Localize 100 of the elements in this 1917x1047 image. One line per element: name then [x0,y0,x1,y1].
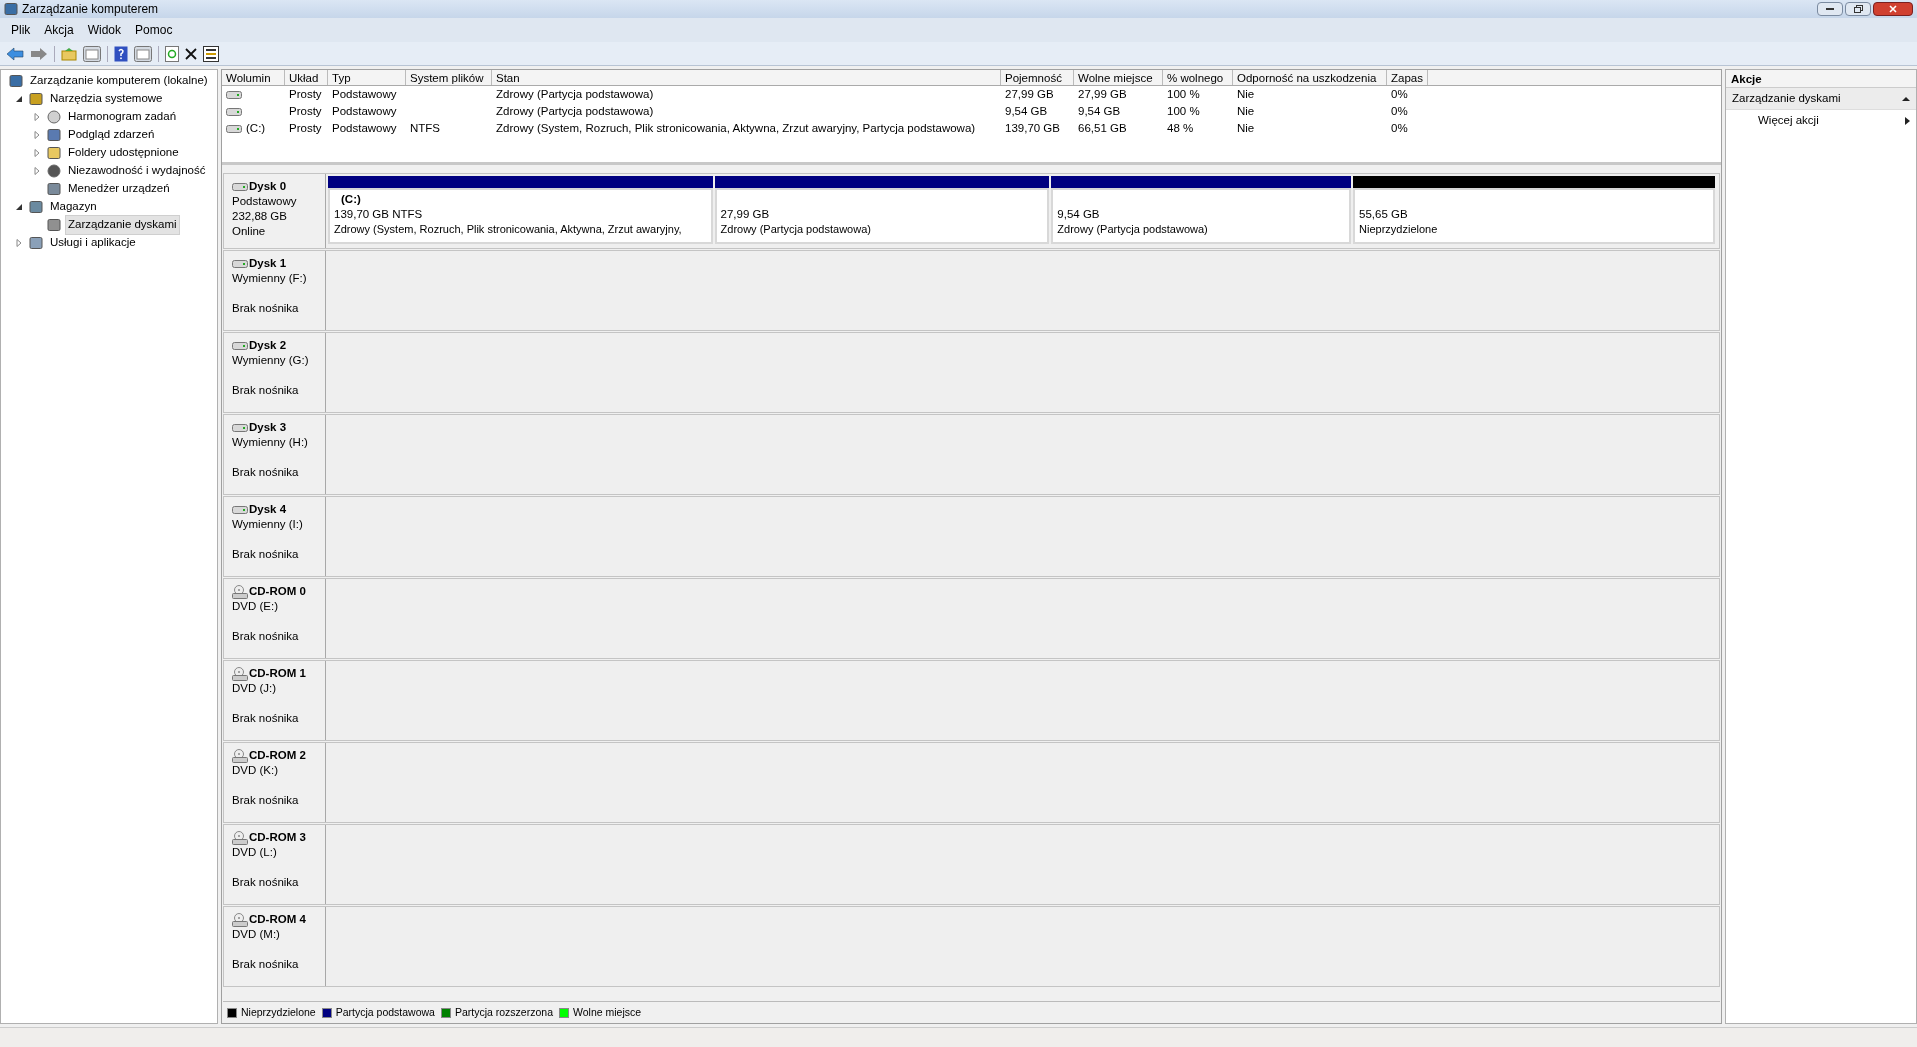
table-cell-text: 48 % [1167,120,1194,136]
disk-status: Brak nośnika [232,301,300,316]
partition-size: 9,54 GB [1057,207,1101,222]
help-icon[interactable] [114,45,128,62]
section-title: Zarządzanie dyskami [1732,90,1841,106]
table-cell-text: 9,54 GB [1005,103,1048,119]
partition-status: Zdrowy (System, Rozruch, Plik stronicowania, Aktywna, Zrzut awaryjny, [334,222,683,237]
column-header[interactable]: Zapas [1387,70,1428,85]
column-header[interactable]: Wolumin [222,70,285,85]
removable-drive-icon [232,504,248,515]
table-cell-text: (C:) [246,120,266,136]
partition-size: 139,70 GB NTFS [334,207,424,222]
folder-up-icon[interactable] [61,46,77,61]
disk-type: DVD (L:) [232,845,278,860]
minimize-icon [1826,7,1834,11]
removable-drive-icon [232,258,248,269]
partition-status: Zdrowy (Partycja podstawowa) [720,222,872,237]
cd-drive-icon [232,912,248,927]
partition-block[interactable]: 9,54 GB Zdrowy (Partycja podstawowa) [1051,188,1352,244]
pane-toggle-icon[interactable] [83,45,101,62]
column-header[interactable]: % wolnego [1163,70,1233,85]
disk-status: Brak nośnika [232,793,300,808]
partition-block[interactable]: 27,99 GB Zdrowy (Partycja podstawowa) [714,188,1050,244]
disk-name: CD-ROM 4 [249,912,306,927]
table-cell-text: 100 % [1167,86,1200,102]
disk-type: DVD (M:) [232,927,281,942]
legend-label: Partycja podstawowa [335,1004,435,1020]
tree-item[interactable]: Menedżer urządzeń [65,179,173,199]
drive-icon [226,106,242,117]
forward-arrow-icon[interactable] [30,46,48,61]
cd-drive-icon [232,830,248,845]
table-cell-text: Podstawowy [332,103,397,119]
actions-section[interactable]: Zarządzanie dyskami [1726,88,1916,110]
close-icon [1889,5,1897,13]
disk-name: Dysk 4 [249,502,287,517]
menu-item[interactable]: Pomoc [128,21,180,39]
table-cell-text: 27,99 GB [1005,86,1054,102]
tree-item[interactable]: Podgląd zdarzeń [65,125,158,145]
properties-icon[interactable] [203,45,219,62]
column-header[interactable]: Pojemność [1001,70,1074,85]
pane-toggle-icon[interactable] [134,45,152,62]
partition-label: (C:) [341,192,362,207]
column-header[interactable]: Typ [328,70,406,85]
tree-item[interactable]: Foldery udostępnione [65,143,182,163]
column-header[interactable]: Układ [285,70,328,85]
table-cell-text: Nie [1237,103,1255,119]
tree-item[interactable]: Narzędzia systemowe [47,89,166,109]
disk-type: Wymienny (H:) [232,435,309,450]
disk-status: Brak nośnika [232,875,300,890]
actions-title: Akcje [1726,70,1916,88]
disk-type: Wymienny (F:) [232,271,308,286]
partition-size: 55,65 GB [1359,207,1409,222]
legend-label: Partycja rozszerzona [454,1004,553,1020]
column-header[interactable]: Stan [492,70,1001,85]
refresh-icon[interactable] [165,45,179,62]
table-cell-text: Prosty [289,103,322,119]
delete-icon[interactable] [185,47,197,60]
window-title: Zarządzanie komputerem [22,1,159,18]
disk-status: Brak nośnika [232,957,300,972]
partition-size: 27,99 GB [720,207,771,222]
expand-arrow-icon[interactable] [15,203,23,211]
tree-item[interactable]: Usługi i aplikacje [47,233,139,253]
back-arrow-icon[interactable] [6,46,24,61]
disk-status: Brak nośnika [232,465,300,480]
tree-item[interactable]: Niezawodność i wydajność [65,161,209,181]
menu-item[interactable]: Plik [4,21,38,39]
minimize-button[interactable] [1817,2,1843,16]
expand-arrow-icon[interactable] [15,95,23,103]
partition-status: Zdrowy (Partycja podstawowa) [1057,222,1209,237]
disk-type: Wymienny (G:) [232,353,310,368]
tree-item[interactable]: Zarządzanie dyskami [65,215,180,235]
disk-type: Wymienny (I:) [232,517,304,532]
tree-item[interactable]: Magazyn [47,197,100,217]
partition-block[interactable]: (C:) 139,70 GB NTFS Zdrowy (System, Rozruch, Plik stronicowania, Aktywna, Zrzut awaryjny, [328,188,713,244]
column-header[interactable]: Odporność na uszkodzenia [1233,70,1387,85]
table-cell-text: 0% [1391,103,1408,119]
table-cell-text: Zdrowy (Partycja podstawowa) [496,103,654,119]
tree-item[interactable]: Zarządzanie komputerem (lokalne) [27,71,211,91]
maximize-button[interactable] [1845,2,1871,16]
column-header[interactable]: Wolne miejsce [1074,70,1163,85]
disk-type: DVD (E:) [232,599,279,614]
tree-item[interactable]: Harmonogram zadań [65,107,180,127]
restore-icon [1853,5,1863,13]
disk-size: 232,88 GB [232,209,288,224]
menu-item[interactable]: Widok [80,21,129,39]
close-button[interactable] [1873,2,1913,16]
table-cell-text: 139,70 GB [1005,120,1060,136]
disk-type: DVD (J:) [232,681,278,696]
table-cell-text: Podstawowy [332,120,397,136]
drive-icon [226,89,242,100]
drive-icon [232,181,248,192]
drive-icon [226,123,242,134]
disk-name: CD-ROM 3 [249,830,306,845]
partition-block[interactable]: 55,65 GB Nieprzydzielone [1353,188,1715,244]
table-cell-text: Zdrowy (System, Rozruch, Plik stronicowania, Aktywna, Zrzut awaryjny, Partycja podstawowa) [496,120,976,136]
cd-drive-icon [232,584,248,599]
column-header[interactable]: System plików [406,70,492,85]
action-item[interactable]: Więcej akcji [1726,110,1916,132]
table-cell-text: Prosty [289,120,322,136]
menu-item[interactable]: Akcja [37,21,81,39]
